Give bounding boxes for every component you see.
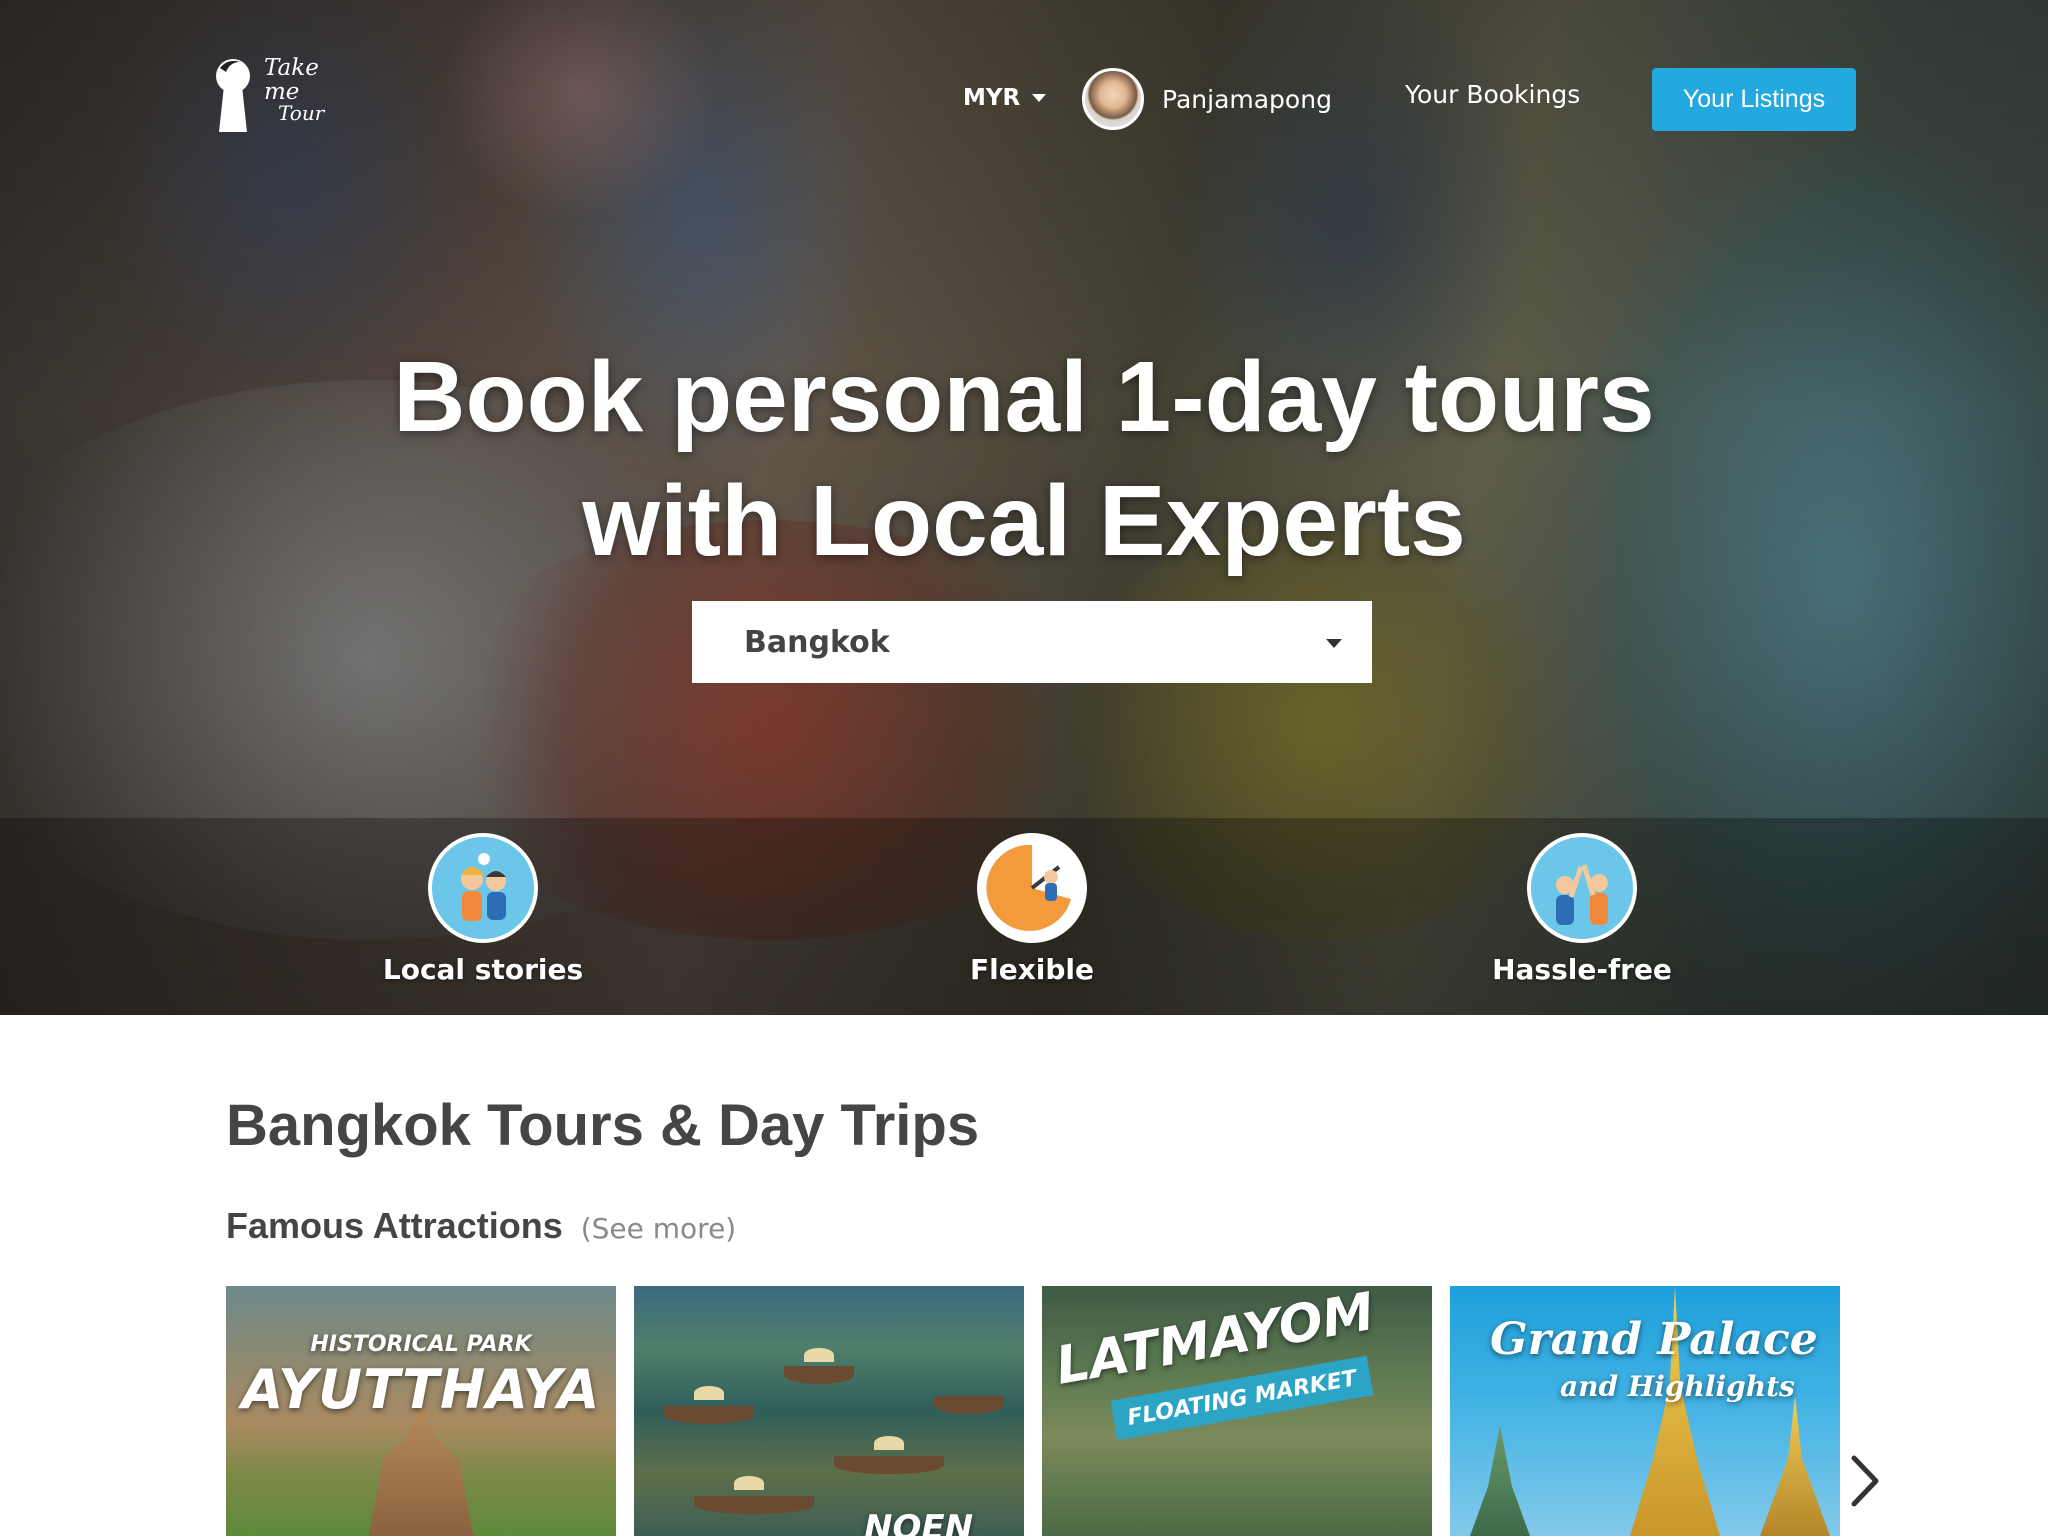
- your-bookings-link[interactable]: Your Bookings: [1405, 80, 1580, 109]
- feature-flexible: Flexible: [902, 833, 1162, 986]
- attraction-card-ayutthaya[interactable]: HISTORICAL PARK AYUTTHAYA: [226, 1286, 616, 1536]
- user-menu[interactable]: Panjamapong: [1082, 68, 1332, 130]
- site-logo[interactable]: Take me Tour: [208, 56, 338, 136]
- keyhole-logo-icon: [216, 59, 250, 132]
- attraction-card-latmayom[interactable]: LATMAYOM FLOATING MARKET: [1042, 1286, 1432, 1536]
- see-more-link[interactable]: (See more): [581, 1212, 737, 1245]
- chevron-down-icon: [1032, 94, 1047, 102]
- headline-line-1: Book personal 1-day tours: [393, 341, 1655, 453]
- city-dropdown-value: Bangkok: [744, 624, 890, 660]
- subsection-title: Famous Attractions: [226, 1205, 563, 1246]
- currency-selector[interactable]: MYR: [963, 80, 1047, 116]
- high-five-icon: [1527, 833, 1637, 943]
- feature-hassle-free: Hassle-free: [1452, 833, 1712, 986]
- attractions-carousel: HISTORICAL PARK AYUTTHAYA NOEN LATMAYOM …: [226, 1286, 1840, 1536]
- user-name: Panjamapong: [1162, 84, 1332, 114]
- city-dropdown[interactable]: Bangkok: [692, 601, 1372, 683]
- card-caption-top: HISTORICAL PARK: [310, 1332, 532, 1357]
- your-listings-button[interactable]: Your Listings: [1652, 68, 1856, 131]
- local-stories-icon: [428, 833, 538, 943]
- famous-attractions-header: Famous Attractions (See more): [226, 1205, 736, 1247]
- hero-banner: Take me Tour MYR Panjamapong Your Bookin…: [0, 0, 2048, 1015]
- attraction-card-floating-market[interactable]: NOEN: [634, 1286, 1024, 1536]
- chevron-down-icon: [1326, 639, 1342, 648]
- card-caption: NOEN: [864, 1508, 974, 1536]
- logo-wordmark: Take me Tour: [264, 55, 325, 125]
- feature-label: Flexible: [969, 953, 1094, 986]
- feature-label: Hassle-free: [1492, 953, 1672, 986]
- card-caption: AYUTTHAYA: [241, 1358, 601, 1421]
- headline-line-2: with Local Experts: [582, 465, 1466, 577]
- card-caption-top: Grand Palace: [1490, 1314, 1818, 1365]
- hero-headline: Book personal 1-day tours with Local Exp…: [0, 335, 2048, 583]
- avatar: [1082, 68, 1144, 130]
- feature-label: Local stories: [382, 953, 584, 986]
- card-caption: and Highlights: [1560, 1370, 1795, 1403]
- clock-icon: [977, 833, 1087, 943]
- chevron-right-icon[interactable]: [1848, 1452, 1882, 1510]
- section-title: Bangkok Tours & Day Trips: [226, 1093, 980, 1158]
- attraction-card-grand-palace[interactable]: Grand Palace and Highlights: [1450, 1286, 1840, 1536]
- currency-label: MYR: [963, 85, 1021, 111]
- feature-local-stories: Local stories: [353, 833, 613, 986]
